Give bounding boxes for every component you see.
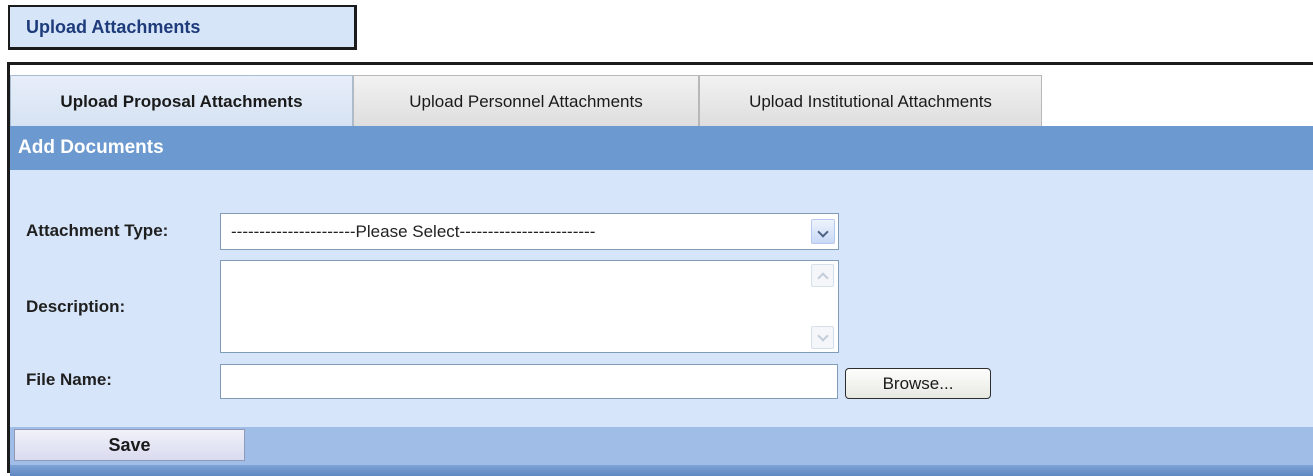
browse-button[interactable]: Browse... <box>845 368 991 399</box>
file-name-label: File Name: <box>26 370 112 389</box>
attachments-panel: Upload Proposal Attachments Upload Perso… <box>7 62 1313 476</box>
tab-upload-institutional-attachments[interactable]: Upload Institutional Attachments <box>699 75 1042 126</box>
description-scrollbar[interactable] <box>808 261 838 352</box>
attachment-type-selected-value: ----------------------Please Select-----… <box>231 222 596 241</box>
description-label: Description: <box>26 297 126 316</box>
tab-upload-proposal-attachments[interactable]: Upload Proposal Attachments <box>10 75 353 126</box>
add-documents-header: Add Documents <box>10 126 1313 170</box>
page-title: Upload Attachments <box>8 5 357 50</box>
save-button[interactable]: Save <box>14 429 245 461</box>
scroll-down-icon[interactable] <box>811 326 834 349</box>
button-bar: Save <box>10 427 1313 476</box>
description-textarea[interactable] <box>220 260 839 353</box>
scroll-up-icon[interactable] <box>811 264 834 287</box>
tab-upload-personnel-attachments[interactable]: Upload Personnel Attachments <box>353 75 699 126</box>
chevron-down-icon[interactable] <box>811 219 835 244</box>
tab-bar: Upload Proposal Attachments Upload Perso… <box>10 65 1313 126</box>
attachment-type-label: Attachment Type: <box>26 221 169 240</box>
attachment-type-select[interactable]: ----------------------Please Select-----… <box>220 213 839 250</box>
file-name-input[interactable] <box>220 364 838 399</box>
